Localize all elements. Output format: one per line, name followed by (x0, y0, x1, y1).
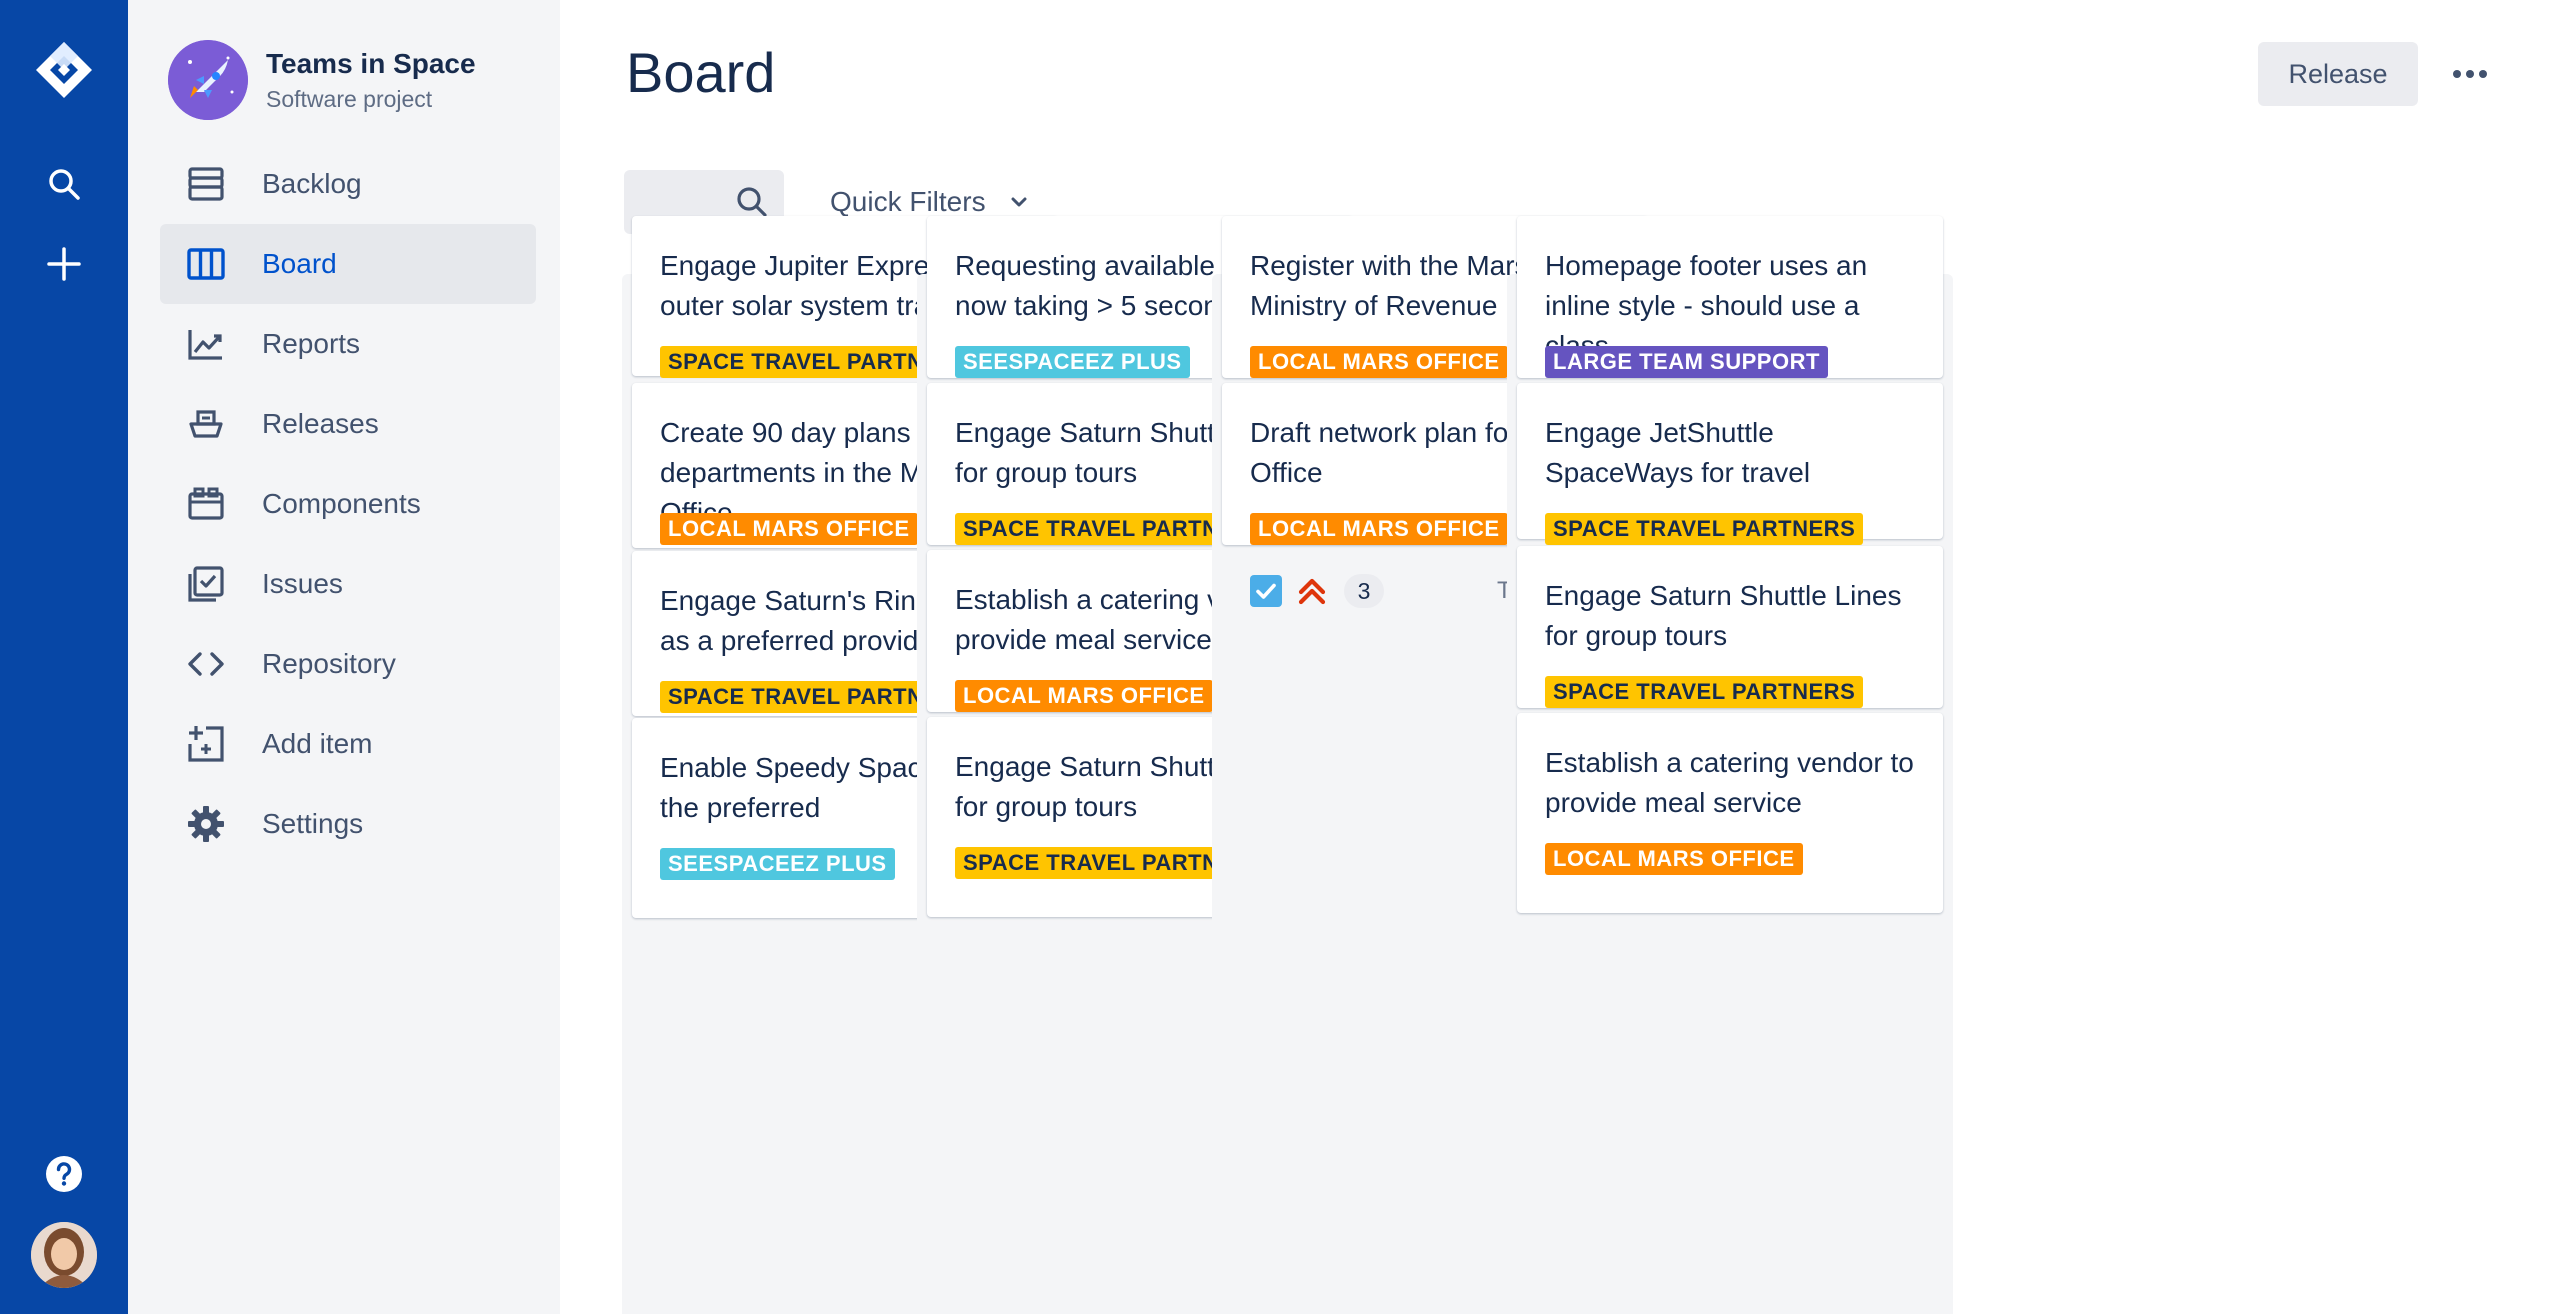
sidebar-item-label: Releases (262, 408, 379, 439)
sidebar-item-reports[interactable]: Reports (160, 304, 536, 384)
project-sidebar: Teams in Space Software project Backlog … (128, 0, 560, 1314)
rocket-icon (168, 40, 248, 120)
sidebar-item-add-item[interactable]: Add item (160, 704, 536, 784)
issue-card[interactable]: Engage JetShuttle SpaceWays for travel SP… (1517, 383, 1943, 612)
epic-label: LOCAL MARS OFFICE (1545, 843, 1803, 875)
sidebar-item-releases[interactable]: Releases (160, 384, 536, 464)
card-title: Engage Saturn Shuttle Lines for group to… (1545, 580, 1902, 651)
epic-label: SEESPACEEZ PLUS (660, 848, 895, 880)
story-points-badge: 3 (1344, 574, 1384, 608)
project-name: Teams in Space (266, 47, 476, 79)
epic-label: SPACE TRAVEL PARTNERS (1545, 676, 1864, 708)
sidebar-item-label: Add item (262, 728, 373, 759)
sidebar-item-label: Backlog (262, 168, 362, 199)
components-icon (184, 482, 228, 526)
user-avatar[interactable] (31, 1222, 97, 1288)
sidebar-item-label: Issues (262, 568, 343, 599)
epic-label: SEESPACEEZ PLUS (955, 346, 1190, 378)
releases-icon (184, 402, 228, 446)
sidebar-item-label: Board (262, 248, 337, 279)
page-title: Board (626, 41, 776, 104)
release-button[interactable]: Release (2258, 42, 2418, 106)
reports-icon (184, 322, 228, 366)
sidebar-item-label: Components (262, 488, 421, 519)
repository-icon (184, 642, 228, 686)
main-content: Board Release Quick Filters TO DO 5Engag… (560, 0, 2552, 1314)
sidebar-item-label: Reports (262, 328, 361, 359)
sidebar-item-issues[interactable]: Issues (160, 544, 536, 624)
sidebar-item-label: Settings (262, 808, 364, 839)
create-icon[interactable] (40, 240, 88, 288)
search-icon[interactable] (40, 160, 88, 208)
issue-card[interactable]: Establish a catering vendor to provide m… (1517, 713, 1943, 913)
quick-filters-label: Quick Filters (830, 186, 986, 217)
epic-label: LARGE TEAM SUPPORT (1545, 346, 1828, 378)
project-type: Software project (266, 85, 433, 112)
gear-icon (184, 802, 228, 846)
sidebar-item-board[interactable]: Board (160, 224, 536, 304)
more-options-icon[interactable] (2438, 42, 2502, 106)
epic-label: SPACE TRAVEL PARTNERS (1545, 513, 1864, 545)
issue-card[interactable]: Homepage footer uses an inline style - s… (1517, 216, 1943, 445)
backlog-icon (184, 162, 228, 206)
sidebar-item-backlog[interactable]: Backlog (160, 144, 536, 224)
epic-label: LOCAL MARS OFFICE (1250, 513, 1508, 545)
add-item-icon (184, 722, 228, 766)
card-title: Engage JetShuttle SpaceWays for travel (1545, 417, 1811, 488)
epic-label: LOCAL MARS OFFICE (955, 680, 1213, 712)
priority-highest-icon (1294, 573, 1330, 609)
issues-icon (184, 562, 228, 606)
epic-label: LOCAL MARS OFFICE (660, 513, 918, 545)
help-icon[interactable] (40, 1150, 88, 1198)
jira-logo-icon[interactable] (34, 40, 94, 100)
global-nav (0, 0, 128, 1314)
project-header[interactable]: Teams in Space Software project (168, 40, 476, 120)
column-done: DONE 8Homepage footer uses an inline sty… (1507, 216, 1953, 1314)
issue-card[interactable]: Engage Saturn Shuttle Lines for group to… (1517, 546, 1943, 775)
board-icon (184, 242, 228, 286)
sidebar-item-settings[interactable]: Settings (160, 784, 536, 864)
task-icon (1250, 575, 1282, 607)
sidebar-item-label: Repository (262, 648, 396, 679)
sidebar-item-components[interactable]: Components (160, 464, 536, 544)
epic-label: LOCAL MARS OFFICE (1250, 346, 1508, 378)
chevron-down-icon (1006, 189, 1032, 215)
search-icon[interactable] (734, 184, 770, 220)
sidebar-item-repository[interactable]: Repository (160, 624, 536, 704)
card-title: Establish a catering vendor to provide m… (1545, 747, 1914, 818)
